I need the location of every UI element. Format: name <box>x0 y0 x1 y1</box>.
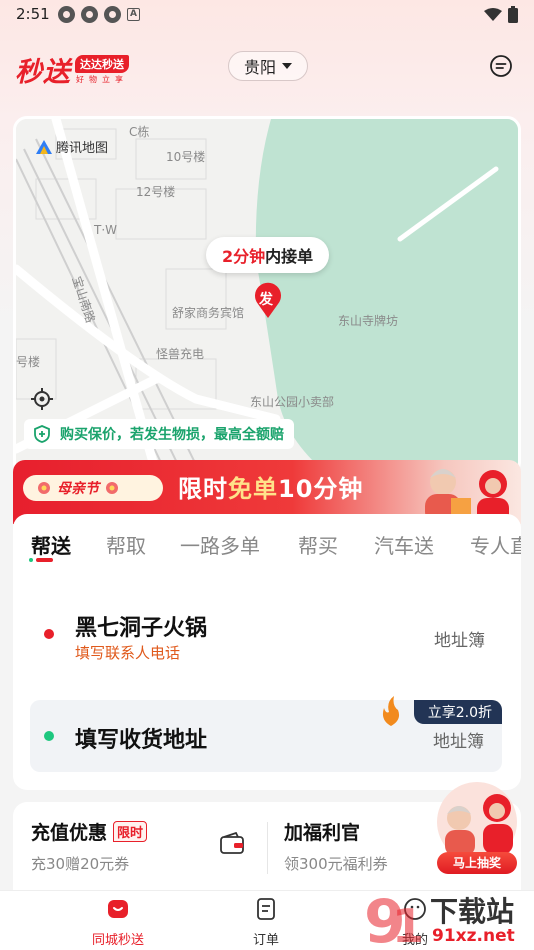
nav-home-label: 同城秒送 <box>91 933 144 948</box>
lottery-button[interactable]: 马上抽奖 <box>437 852 517 874</box>
receiver-row[interactable]: 填写收货地址 地址簿 立享2.0折 <box>30 696 502 772</box>
notification-app-icon <box>81 6 98 23</box>
recharge-title-row: 充值优惠 限时 <box>31 818 148 845</box>
sender-row[interactable]: 黑七洞子火锅 填写联系人电话 地址簿 <box>13 610 521 670</box>
app-logo: 秒送 达达秒送 好物立享 <box>15 50 129 89</box>
order-card: 帮送 帮取 一路多单 帮买 汽车送 专人直送 黑七洞子火锅 填写联系人电话 地址… <box>13 514 521 790</box>
flame-icon <box>382 696 400 726</box>
tencent-map-logo-icon <box>36 139 52 154</box>
banner-title-highlight: 免单 <box>228 475 278 503</box>
welfare-title: 加福利官 <box>284 822 361 844</box>
notification-icons: A <box>58 6 140 23</box>
eta-bubble: 2分钟 内接单 <box>206 237 330 273</box>
sender-dot <box>44 629 54 639</box>
badge-text: 母亲节 <box>57 481 99 497</box>
receiver-address-input[interactable]: 填写收货地址 <box>75 722 207 754</box>
watermark-site: 91xz.net <box>432 926 515 946</box>
dropdown-caret-icon <box>282 63 292 69</box>
tab-help-buy[interactable]: 帮买 <box>298 530 338 559</box>
tab-dedicated-delivery[interactable]: 专人直送 <box>470 530 521 559</box>
map-label: 舒家商务宾馆 <box>172 306 245 320</box>
locate-icon[interactable] <box>28 385 56 413</box>
flower-icon <box>106 482 118 494</box>
svg-text:1: 1 <box>392 899 424 950</box>
receiver-dot <box>44 731 54 741</box>
map-label: 东山公园小卖部 <box>250 395 335 409</box>
active-tab-indicator <box>29 558 67 562</box>
sender-contact-hint[interactable]: 填写联系人电话 <box>75 642 180 663</box>
map-label: 10号楼 <box>166 150 206 164</box>
lottery-widget[interactable]: 马上抽奖 <box>433 782 521 874</box>
pin-label: 发 <box>259 292 273 308</box>
order-icon <box>257 898 275 920</box>
eta-time: 2分钟 <box>222 247 266 266</box>
map-label: T·W <box>94 223 118 237</box>
logo-text: 秒送 <box>15 57 71 88</box>
discount-badge: 立享2.0折 <box>413 700 502 724</box>
recharge-subtitle: 充30赠20元券 <box>31 855 130 873</box>
sender-address-book-button[interactable]: 地址簿 <box>434 626 485 651</box>
sender-name: 黑七洞子火锅 <box>75 616 208 641</box>
indicator-red <box>36 558 53 562</box>
city-selector[interactable]: 贵阳 <box>228 51 308 81</box>
logo-slogan: 好物立享 <box>76 74 128 84</box>
logo-tag: 达达秒送 好物立享 <box>75 54 129 85</box>
limited-tag: 限时 <box>113 821 148 842</box>
home-icon <box>108 900 128 918</box>
watermark-main: 下载站 <box>430 895 515 928</box>
tab-help-pickup[interactable]: 帮取 <box>106 530 146 559</box>
site-watermark: 9 1 下载站 91xz.net <box>360 886 534 950</box>
wallet-icon <box>220 832 244 854</box>
tab-help-send[interactable]: 帮送 <box>31 530 71 559</box>
map-label: 号楼 <box>16 355 41 369</box>
map-view[interactable]: C栋 10号楼 12号楼 T·W 舒家商务宾馆 怪兽充电 东山寺牌坊 东山公园小… <box>13 116 521 476</box>
watermark-logo-icon: 9 1 <box>364 887 424 950</box>
welfare-subtitle: 领300元福利券 <box>284 855 388 873</box>
message-icon[interactable] <box>489 54 513 78</box>
shield-icon <box>34 425 50 443</box>
banner-title-post: 10分钟 <box>278 475 364 503</box>
city-label: 贵阳 <box>243 58 276 77</box>
wifi-icon <box>484 7 502 21</box>
eta-text: 内接单 <box>265 247 314 266</box>
lottery-illustration <box>437 782 517 862</box>
banner-title: 限时免单10分钟 <box>178 469 363 504</box>
system-icons <box>484 6 518 23</box>
map-label: 东山寺牌坊 <box>338 314 399 328</box>
service-tabs: 帮送 帮取 一路多单 帮买 汽车送 专人直送 <box>13 530 521 570</box>
indicator-green <box>29 558 33 562</box>
notification-app-icon <box>104 6 121 23</box>
receiver-address-book-button[interactable]: 地址簿 <box>433 727 484 752</box>
map-attribution: 腾讯地图 <box>36 137 108 156</box>
promo-row: 充值优惠 限时 充30赠20元券 加福利官 领300元福利券 马上抽奖 <box>13 782 521 890</box>
flower-icon <box>38 482 50 494</box>
logo-tag-label: 达达秒送 <box>75 54 129 73</box>
map-label: C栋 <box>129 125 150 139</box>
mothers-day-badge: 母亲节 <box>23 475 163 501</box>
notification-a-icon: A <box>127 8 140 21</box>
battery-icon <box>508 6 518 23</box>
notification-app-icon <box>58 6 75 23</box>
status-bar: 2:51 A <box>0 0 534 30</box>
tab-car-delivery[interactable]: 汽车送 <box>374 530 434 559</box>
tab-multi-order[interactable]: 一路多单 <box>180 530 260 559</box>
welfare-promo[interactable]: 加福利官 领300元福利券 <box>284 818 388 874</box>
status-time: 2:51 <box>16 5 50 23</box>
nav-orders-label: 订单 <box>252 933 279 948</box>
insurance-notice[interactable]: 购买保价，若发生物损，最高全额赔 <box>24 419 294 449</box>
recharge-promo[interactable]: 充值优惠 限时 充30赠20元券 <box>31 818 148 874</box>
nav-orders[interactable]: 订单 <box>221 897 311 948</box>
nav-home[interactable]: 同城秒送 <box>73 897 163 948</box>
banner-title-pre: 限时 <box>178 475 228 503</box>
map-label: 12号楼 <box>136 185 176 199</box>
insurance-text: 购买保价，若发生物损，最高全额赔 <box>60 427 284 443</box>
promo-divider <box>267 822 268 874</box>
header: 秒送 达达秒送 好物立享 贵阳 <box>0 44 534 90</box>
map-attribution-text: 腾讯地图 <box>56 141 109 156</box>
recharge-title: 充值优惠 <box>31 822 108 844</box>
map-label: 怪兽充电 <box>156 347 205 361</box>
